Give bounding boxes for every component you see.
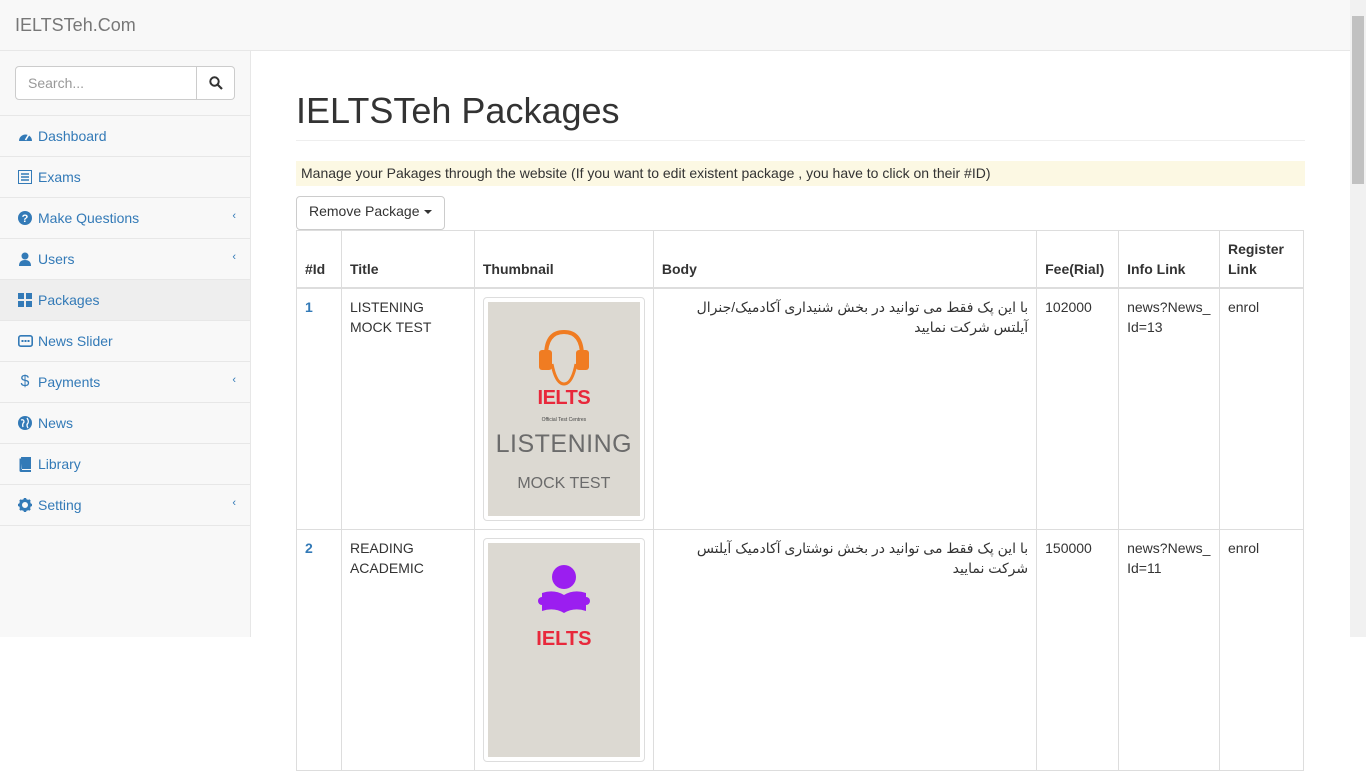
slider-icon: [17, 333, 33, 349]
packages-table: #Id Title Thumbnail Body Fee(Rial) Info …: [296, 229, 1305, 771]
sidebar-item-library[interactable]: Library: [0, 444, 250, 485]
package-id-link[interactable]: 2: [305, 540, 313, 556]
package-title: READING ACADEMIC: [340, 528, 475, 771]
thumb-brand: IELTS: [537, 386, 591, 409]
header-thumbnail: Thumbnail: [473, 229, 654, 289]
sidebar-search: [0, 51, 250, 116]
package-title: LISTENING MOCK TEST: [340, 287, 475, 530]
package-thumbnail: IELTS Official Test Centres LISTENING MO…: [482, 296, 645, 521]
sidebar-item-news-slider[interactable]: News Slider: [0, 321, 250, 362]
sidebar-item-label: Library: [38, 456, 81, 472]
package-info-link: news?News_Id=11: [1118, 528, 1220, 771]
page-header: IELTSTeh Packages: [296, 91, 1305, 141]
reader-icon: [537, 564, 590, 613]
user-icon: [17, 251, 33, 267]
main-content: IELTSTeh Packages Manage your Pakages th…: [251, 51, 1350, 771]
search-input[interactable]: [15, 66, 197, 100]
caret-down-icon: [423, 209, 432, 214]
grid-icon: [17, 292, 33, 308]
table-row: 2 READING ACADEMIC IELTS با این پک فقط م…: [296, 528, 1305, 771]
page-scrollbar[interactable]: [1350, 0, 1366, 637]
sidebar-item-label: Setting: [38, 497, 82, 513]
header-fee: Fee(Rial): [1036, 229, 1120, 289]
sidebar-item-users[interactable]: Users ‹: [0, 239, 250, 280]
header-id: #Id: [296, 229, 342, 289]
package-body: با این پک فقط می توانید در بخش نوشتاری آ…: [652, 528, 1038, 771]
package-register-link: enrol: [1218, 287, 1305, 530]
header-register-link: Register Link: [1218, 229, 1305, 289]
package-thumbnail: IELTS: [482, 537, 645, 762]
sidebar-item-label: Payments: [38, 374, 101, 390]
package-fee: 102000: [1036, 287, 1120, 530]
sidebar-item-payments[interactable]: $ Payments ‹: [0, 362, 250, 403]
book-icon: [17, 456, 33, 472]
sidebar-item-label: News Slider: [38, 333, 113, 349]
sidebar-item-label: News: [38, 415, 74, 431]
sidebar-item-packages[interactable]: Packages: [0, 280, 250, 321]
svg-text:?: ?: [22, 213, 29, 225]
sidebar-item-label: Packages: [38, 292, 100, 308]
table-row: 1 LISTENING MOCK TEST IELTS Official Tes…: [296, 287, 1305, 530]
thumb-brand: IELTS: [536, 627, 592, 650]
navbar: IELTSTeh.Com: [0, 0, 1350, 51]
dashboard-icon: [17, 128, 33, 144]
globe-icon: [17, 415, 33, 431]
gear-icon: [17, 497, 33, 513]
header-title: Title: [340, 229, 475, 289]
remove-package-button[interactable]: Remove Package: [296, 195, 445, 230]
sidebar: Dashboard Exams ? Make Questions ‹ Users…: [0, 51, 251, 637]
sidebar-item-label: Make Questions: [38, 210, 140, 226]
chevron-left-icon: ‹: [232, 374, 236, 386]
thumb-line2: MOCK TEST: [517, 474, 611, 492]
chevron-left-icon: ‹: [232, 210, 236, 222]
package-fee: 150000: [1036, 528, 1120, 771]
chevron-left-icon: ‹: [232, 251, 236, 263]
sidebar-item-make-questions[interactable]: ? Make Questions ‹: [0, 198, 250, 239]
remove-package-label: Remove Package: [309, 202, 420, 219]
page-title: IELTSTeh Packages: [296, 90, 620, 131]
sidebar-item-setting[interactable]: Setting ‹: [0, 485, 250, 526]
sidebar-item-exams[interactable]: Exams: [0, 157, 250, 198]
headphones-icon: [538, 329, 589, 386]
sidebar-item-label: Users: [38, 251, 75, 267]
dollar-icon: $: [20, 373, 30, 390]
brand-link[interactable]: IELTSTeh.Com: [15, 15, 136, 36]
header-body: Body: [652, 229, 1038, 289]
thumb-line1: LISTENING: [495, 429, 633, 458]
header-info-link: Info Link: [1118, 229, 1220, 289]
search-icon: [208, 76, 223, 90]
notice-bar: Manage your Pakages through the website …: [296, 160, 1305, 186]
sidebar-item-dashboard[interactable]: Dashboard: [0, 116, 250, 157]
package-info-link: news?News_Id=13: [1118, 287, 1220, 530]
sidebar-item-label: Dashboard: [38, 128, 107, 144]
thumb-subtitle: Official Test Centres: [541, 416, 587, 423]
search-button[interactable]: [197, 66, 235, 100]
scrollbar-thumb[interactable]: [1352, 16, 1364, 184]
package-id-link[interactable]: 1: [305, 299, 313, 315]
package-register-link: enrol: [1218, 528, 1305, 771]
chevron-left-icon: ‹: [232, 497, 236, 509]
package-body: با این پک فقط می توانید در بخش شنیداری آ…: [652, 287, 1038, 530]
sidebar-item-news[interactable]: News: [0, 403, 250, 444]
question-icon: ?: [17, 210, 33, 226]
sidebar-item-label: Exams: [38, 169, 81, 185]
table-header-row: #Id Title Thumbnail Body Fee(Rial) Info …: [296, 229, 1305, 289]
list-icon: [17, 169, 33, 185]
